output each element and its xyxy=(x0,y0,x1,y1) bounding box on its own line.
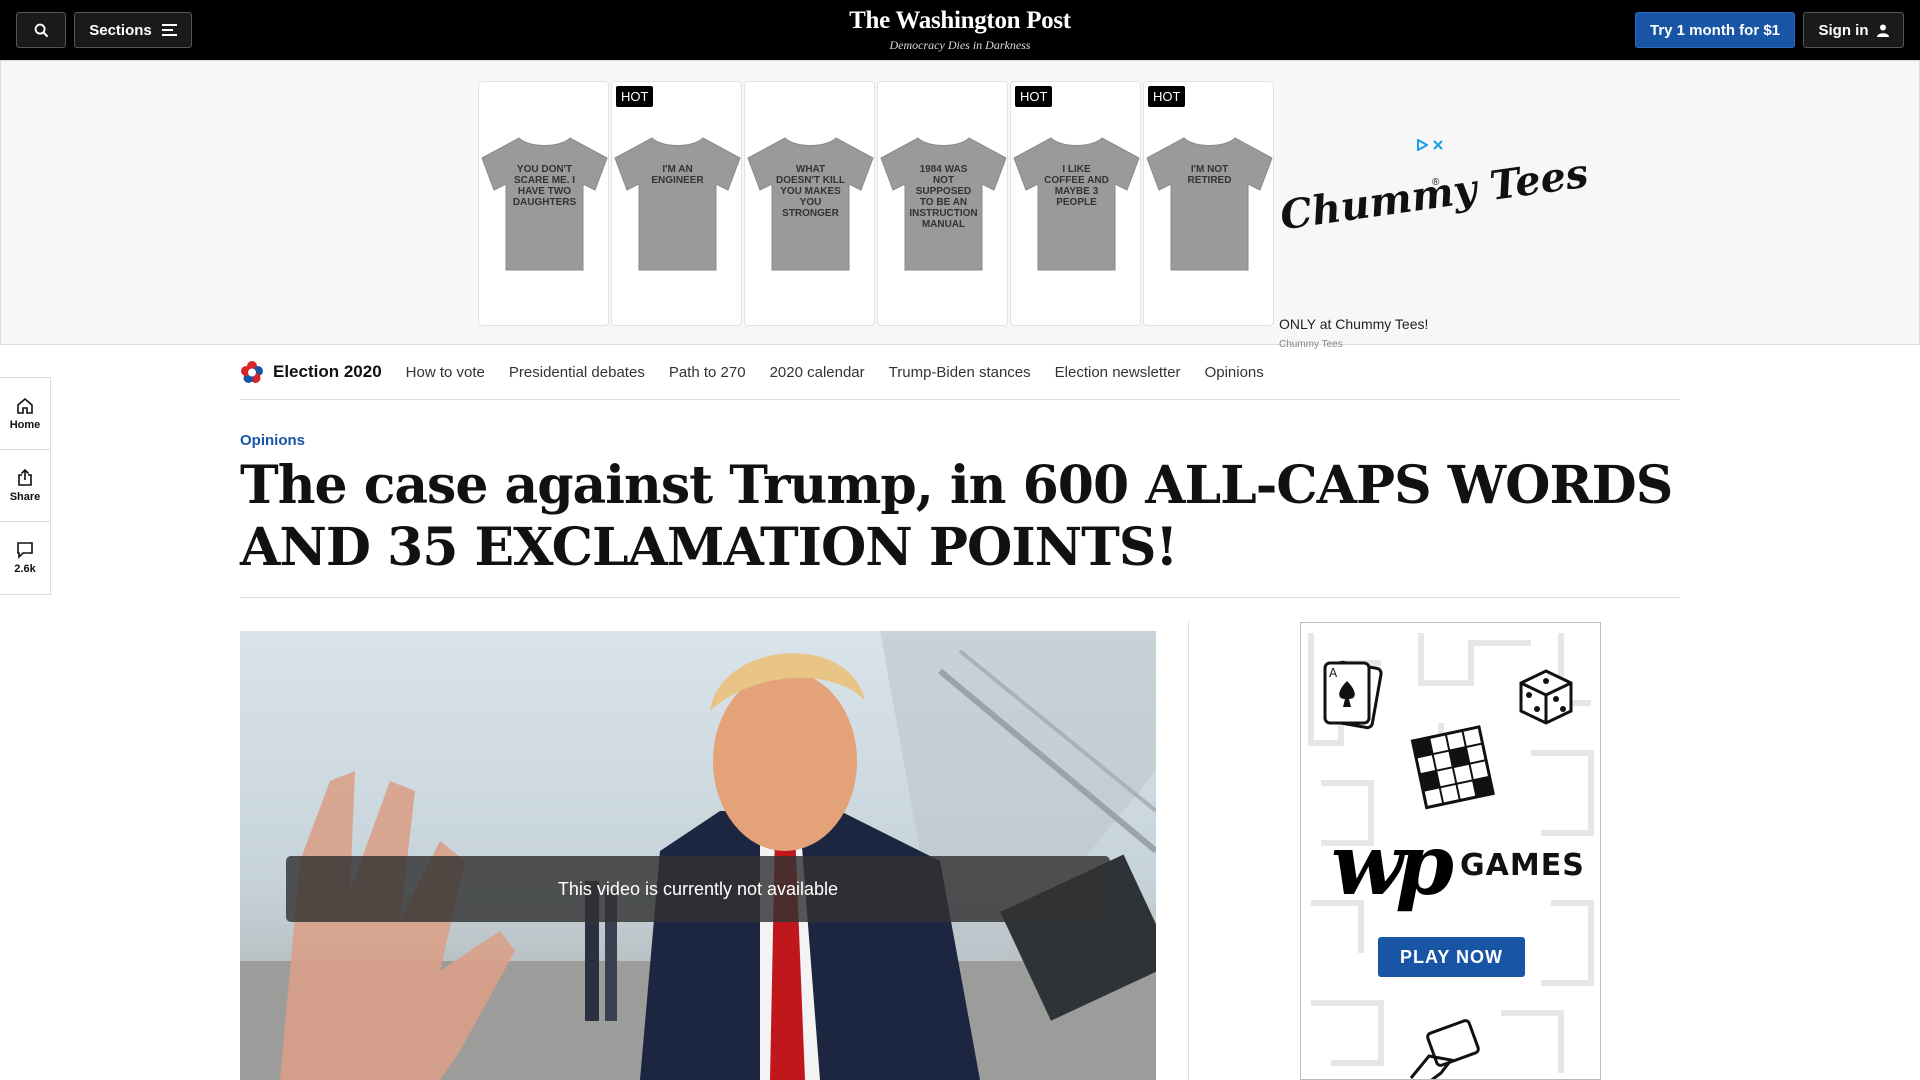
wp-logo-mark: wp xyxy=(1331,815,1454,914)
home-icon xyxy=(17,397,33,414)
home-label: Home xyxy=(9,418,41,431)
ad-product-card[interactable]: I'M AN ENGINEER HOT xyxy=(611,81,742,326)
registered-mark: ® xyxy=(1432,177,1440,188)
svg-text:A: A xyxy=(1329,666,1338,680)
election-nav-link[interactable]: Election newsletter xyxy=(1055,364,1181,381)
tshirt-image xyxy=(614,137,741,271)
election-nav-link[interactable]: 2020 calendar xyxy=(770,364,865,381)
article-headline: The case against Trump, in 600 ALL-CAPS … xyxy=(240,455,1673,578)
site-tagline: Democracy Dies in Darkness xyxy=(889,38,1031,52)
ad-product-card[interactable]: 1984 WAS NOT SUPPOSED TO BE AN INSTRUCTI… xyxy=(877,81,1008,326)
home-button[interactable]: Home xyxy=(0,378,50,450)
masthead[interactable]: The Washington Post Democracy Dies in Da… xyxy=(760,7,1160,53)
play-now-button[interactable]: PLAY NOW xyxy=(1378,937,1525,977)
election-nav-link[interactable]: How to vote xyxy=(406,364,485,381)
tshirt-print-text: YOU DON'T SCARE ME. I HAVE TWO DAUGHTERS xyxy=(512,164,577,208)
election-nav-link[interactable]: Path to 270 xyxy=(669,364,746,381)
games-advertisement[interactable]: A wp GAMES PLAY NOW xyxy=(1300,622,1601,1080)
wp-games-logo: wp GAMES xyxy=(1331,823,1585,907)
advertisement-banner[interactable]: YOU DON'T SCARE ME. I HAVE TWO DAUGHTERS… xyxy=(0,60,1920,350)
comments-button[interactable]: 2.6k xyxy=(0,522,50,594)
adchoices[interactable] xyxy=(1416,139,1444,151)
ad-product-card[interactable]: I'M NOT RETIRED HOT xyxy=(1143,81,1274,326)
adchoices-icon[interactable] xyxy=(1416,139,1428,151)
playing-card-icon: A xyxy=(1323,660,1383,730)
election-nav-link[interactable]: Trump-Biden stances xyxy=(889,364,1031,381)
election-star-icon xyxy=(241,361,263,383)
hot-badge: HOT xyxy=(1015,86,1053,107)
tshirt-print-text: I LIKE COFFEE AND MAYBE 3 PEOPLE xyxy=(1044,164,1109,208)
dice-icon xyxy=(1519,669,1573,725)
search-button[interactable] xyxy=(16,12,66,48)
crossword-icon xyxy=(1410,725,1495,810)
hot-badge: HOT xyxy=(1148,86,1186,107)
article-left-rail: Home Share 2.6k xyxy=(0,377,51,595)
comments-count: 2.6k xyxy=(14,563,36,575)
ad-cta-text[interactable]: ONLY at Chummy Tees! xyxy=(1279,316,1428,332)
tshirt-print-text: WHAT DOESN'T KILL YOU MAKES YOU STRONGER xyxy=(775,164,846,219)
ad-product-card[interactable]: YOU DON'T SCARE ME. I HAVE TWO DAUGHTERS xyxy=(478,81,609,326)
election-nav: Election 2020 How to vote Presidential de… xyxy=(240,345,1680,400)
close-icon[interactable] xyxy=(1432,139,1444,151)
election-nav-links: How to vote Presidential debates Path to 2… xyxy=(406,364,1288,381)
top-bar: Sections The Washington Post Democracy D… xyxy=(0,0,1920,60)
user-icon xyxy=(1876,24,1889,37)
search-icon xyxy=(34,23,48,37)
sections-label: Sections xyxy=(89,21,152,39)
site-logo[interactable]: The Washington Post xyxy=(760,7,1160,35)
election-nav-link[interactable]: Presidential debates xyxy=(509,364,645,381)
games-title: GAMES xyxy=(1460,847,1585,883)
column-divider xyxy=(1188,621,1189,1080)
menu-icon xyxy=(161,24,177,36)
headline-divider xyxy=(240,597,1680,598)
tshirt-image xyxy=(1146,137,1273,271)
subscribe-trial-button[interactable]: Try 1 month for $1 xyxy=(1635,12,1795,48)
share-button[interactable]: Share xyxy=(0,450,50,522)
sign-in-label: Sign in xyxy=(1818,21,1869,39)
tshirt-print-text: 1984 WAS NOT SUPPOSED TO BE AN INSTRUCTI… xyxy=(909,164,978,230)
article-kicker[interactable]: Opinions xyxy=(240,432,305,449)
ad-product-card[interactable]: WHAT DOESN'T KILL YOU MAKES YOU STRONGER xyxy=(744,81,875,326)
election-nav-link[interactable]: Opinions xyxy=(1205,364,1264,381)
tshirt-print-text: I'M AN ENGINEER xyxy=(651,164,704,186)
sections-button[interactable]: Sections xyxy=(74,12,192,48)
ad-brand-logo[interactable]: Chummy Tees xyxy=(1277,150,1591,240)
comment-icon xyxy=(17,542,33,559)
ad-product-card[interactable]: I LIKE COFFEE AND MAYBE 3 PEOPLE HOT xyxy=(1010,81,1141,326)
video-player[interactable]: This video is currently not available xyxy=(240,631,1156,1080)
tshirt-print-text: I'M NOT RETIRED xyxy=(1187,164,1232,186)
video-unavailable-message: This video is currently not available xyxy=(286,856,1110,922)
share-icon xyxy=(18,468,32,486)
sign-in-button[interactable]: Sign in xyxy=(1803,12,1904,48)
hand-card-icon xyxy=(1409,1019,1480,1079)
share-label: Share xyxy=(9,490,41,503)
hot-badge: HOT xyxy=(616,86,654,107)
election-title[interactable]: Election 2020 xyxy=(273,362,382,382)
election-2020-logo[interactable]: Election 2020 xyxy=(240,360,382,384)
